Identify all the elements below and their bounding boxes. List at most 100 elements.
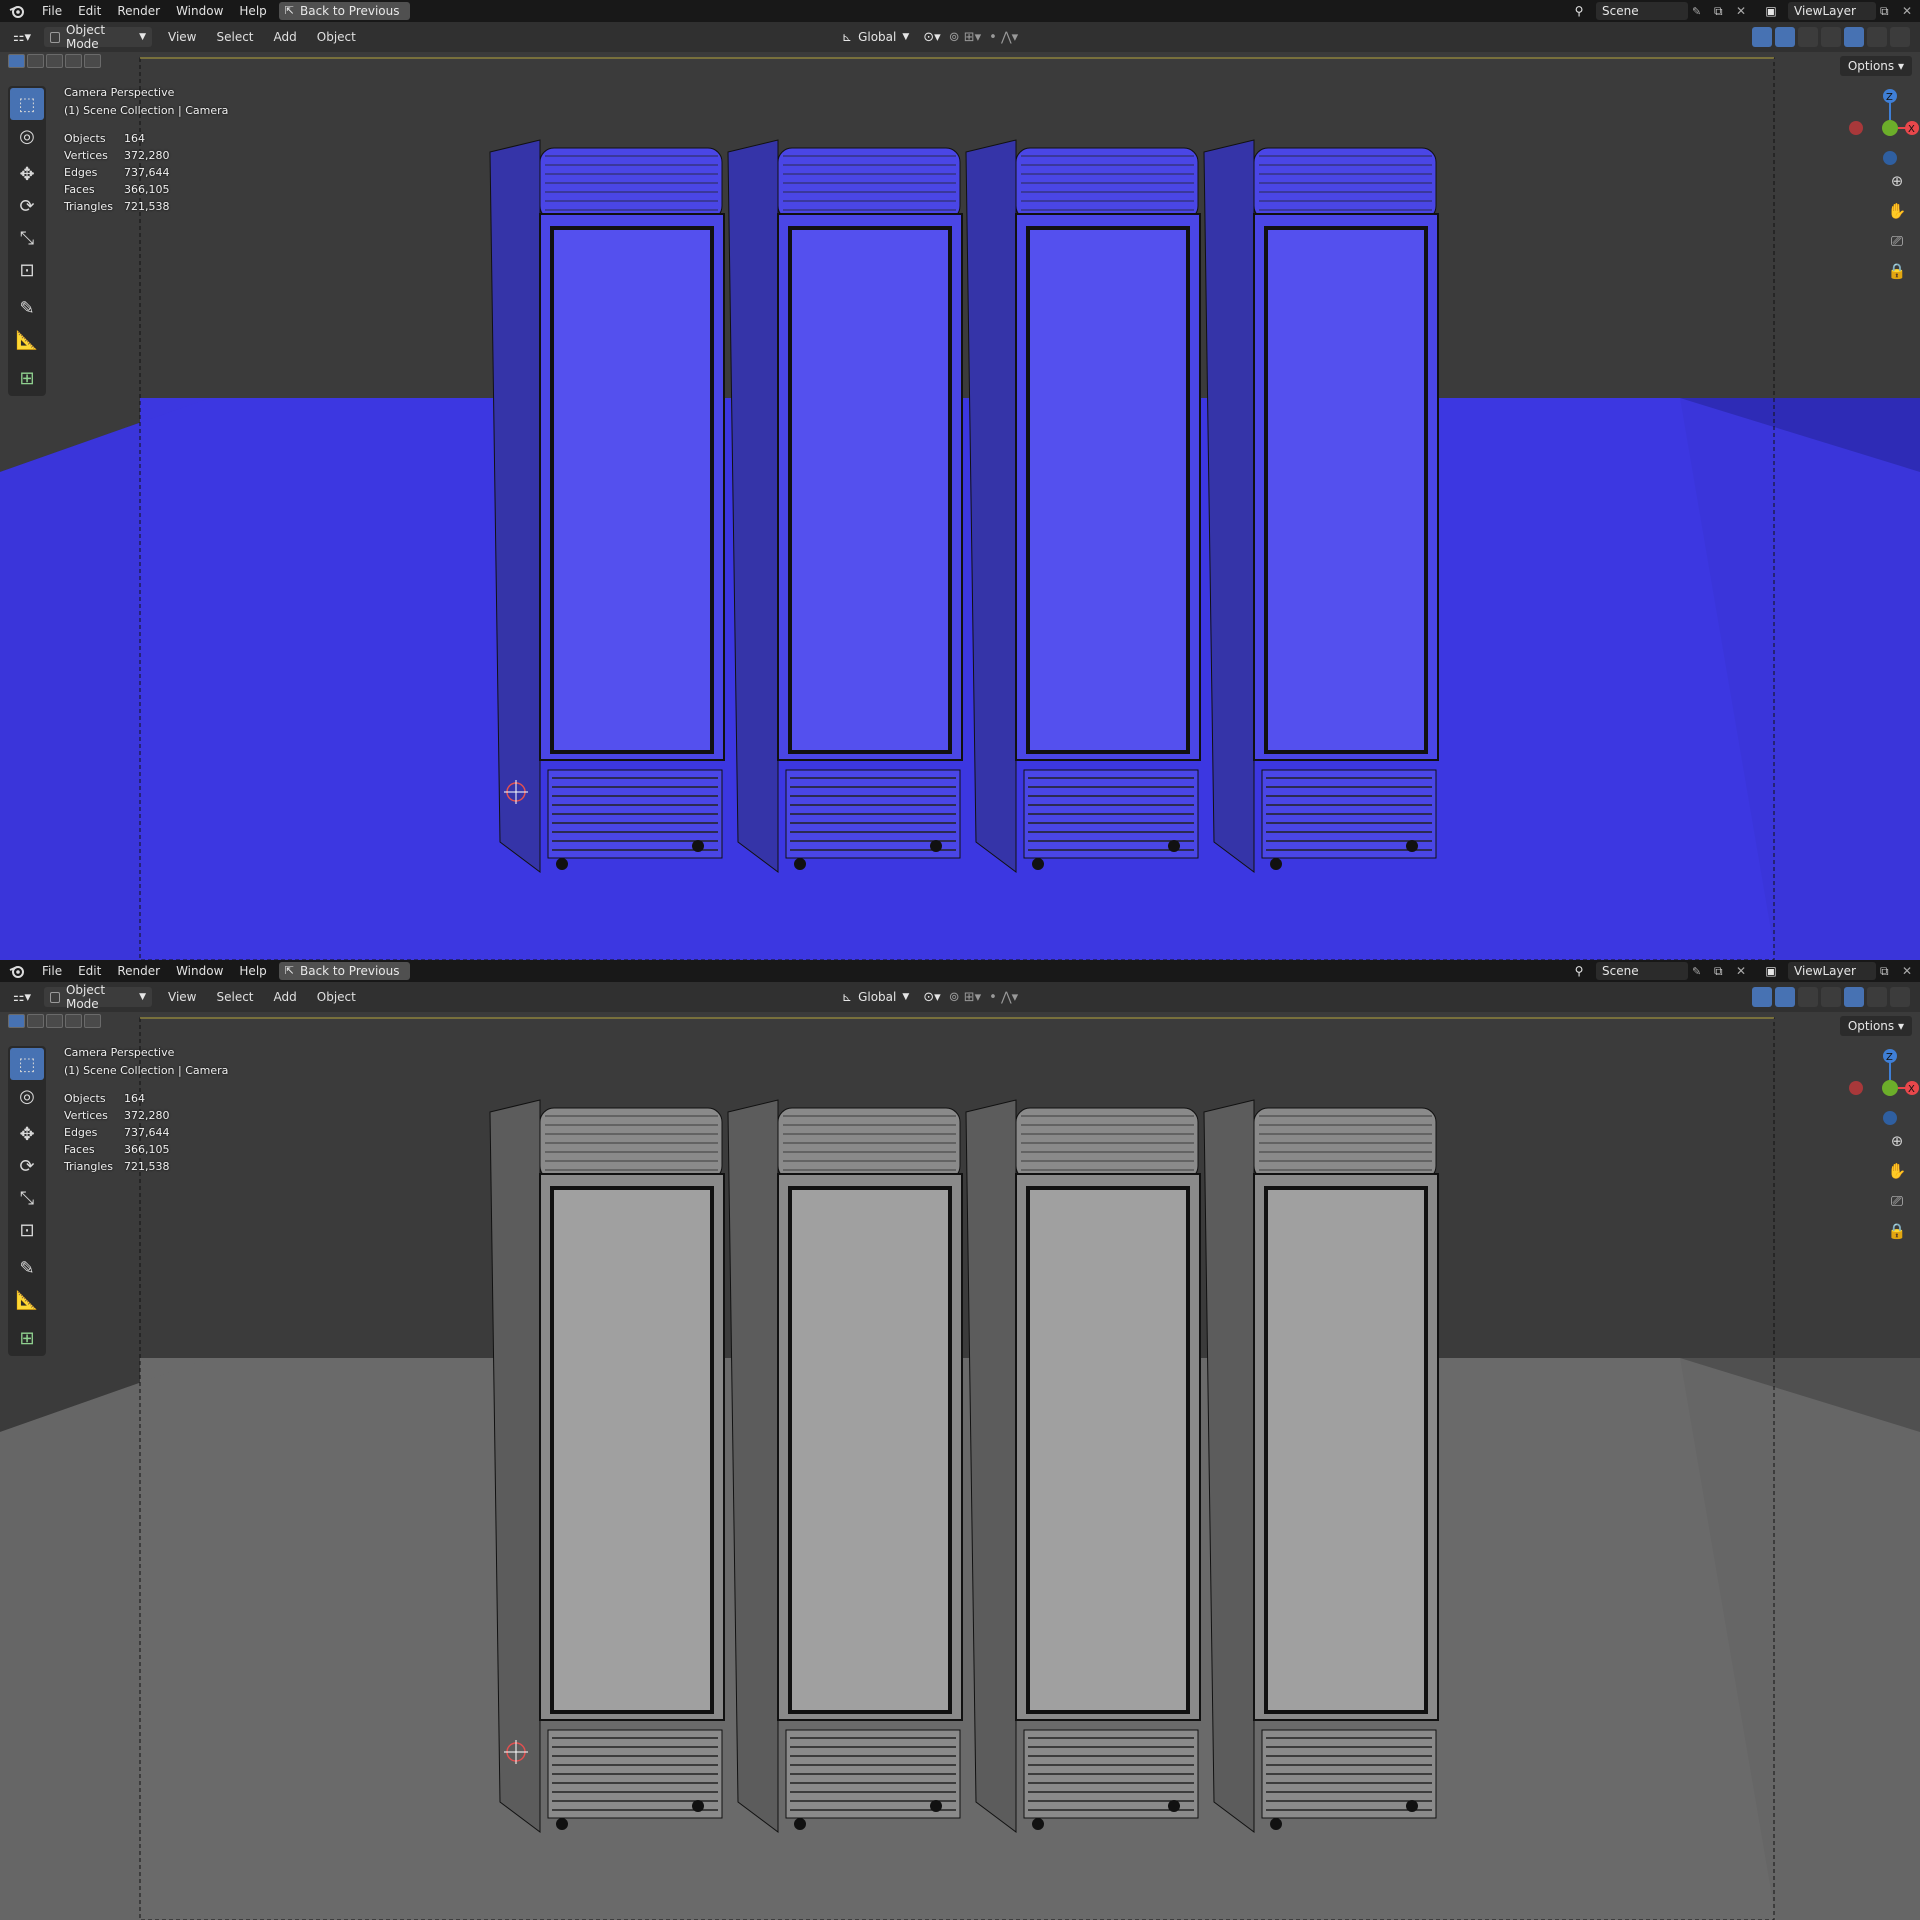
select-box-tool-icon[interactable]: ⬚ — [10, 1048, 44, 1080]
menu-file[interactable]: File — [34, 960, 70, 982]
transform-tool-icon[interactable]: ⊡ — [10, 254, 44, 286]
transform-orientation-dropdown[interactable]: ⊾ Global ▼ — [836, 27, 915, 47]
material-shading-icon[interactable] — [1867, 987, 1887, 1007]
neg-z-axis-icon[interactable] — [1883, 151, 1897, 165]
snap-icon[interactable]: ⊚ ⊞▾ — [949, 990, 981, 1005]
scene-icon[interactable]: ⚲ — [1566, 4, 1592, 18]
add-cube-tool-icon[interactable]: ⊞ — [10, 1322, 44, 1354]
visibility-icon[interactable] — [1729, 987, 1749, 1007]
navigation-gizmo[interactable]: Z X — [1820, 1044, 1920, 1134]
pin-icon[interactable]: ✎ — [1692, 5, 1710, 18]
select-intersect-icon[interactable] — [84, 54, 101, 68]
select-intersect-icon[interactable] — [84, 1014, 101, 1028]
editor-type-icon[interactable]: ⚏▾ — [0, 30, 44, 45]
navigation-gizmo[interactable]: Z X — [1820, 84, 1920, 174]
select-invert-icon[interactable] — [65, 54, 82, 68]
gizmo-toggle-icon[interactable] — [1752, 987, 1772, 1007]
menu-view[interactable]: View — [158, 30, 206, 44]
menu-select[interactable]: Select — [206, 30, 263, 44]
xray-icon[interactable] — [1798, 27, 1818, 47]
zoom-icon[interactable]: ⊕ — [1886, 170, 1908, 192]
scale-tool-icon[interactable]: ⤡ — [10, 1182, 44, 1214]
cursor-tool-icon[interactable]: ◎ — [10, 120, 44, 152]
rotate-tool-icon[interactable]: ⟳ — [10, 190, 44, 222]
annotate-tool-icon[interactable]: ✎ — [10, 292, 44, 324]
view-layer-icon[interactable]: ▣ — [1758, 964, 1784, 978]
menu-add[interactable]: Add — [264, 30, 307, 44]
viewport-pane-bottom[interactable]: File Edit Render Window Help ⇱ Back to P… — [0, 960, 1920, 1920]
3d-viewport[interactable] — [0, 1012, 1920, 1920]
pivot-icon[interactable]: ⊙▾ — [923, 990, 940, 1005]
select-extend-icon[interactable] — [27, 1014, 44, 1028]
editor-type-icon[interactable]: ⚏▾ — [0, 990, 44, 1005]
rendered-shading-icon[interactable] — [1890, 987, 1910, 1007]
solid-shading-icon[interactable] — [1844, 987, 1864, 1007]
move-tool-icon[interactable]: ✥ — [10, 158, 44, 190]
select-new-icon[interactable] — [8, 54, 25, 68]
visibility-icon[interactable] — [1729, 27, 1749, 47]
transform-orientation-dropdown[interactable]: ⊾ Global ▼ — [836, 987, 915, 1007]
neg-x-axis-icon[interactable] — [1849, 1081, 1863, 1095]
3d-viewport[interactable] — [0, 52, 1920, 960]
menu-edit[interactable]: Edit — [70, 0, 109, 22]
menu-file[interactable]: File — [34, 0, 70, 22]
scene-icon[interactable]: ⚲ — [1566, 964, 1592, 978]
proportional-edit-icon[interactable]: • ⋀▾ — [989, 990, 1018, 1005]
close-scene-icon[interactable]: ✕ — [1736, 964, 1754, 978]
material-shading-icon[interactable] — [1867, 27, 1887, 47]
mode-dropdown[interactable]: Object Mode ▼ — [44, 983, 152, 1011]
blender-logo-icon[interactable] — [0, 0, 34, 22]
menu-edit[interactable]: Edit — [70, 960, 109, 982]
view-layer-icon[interactable]: ▣ — [1758, 4, 1784, 18]
new-scene-icon[interactable]: ⧉ — [1714, 4, 1732, 19]
options-dropdown[interactable]: Options ▾ — [1839, 1016, 1912, 1036]
scene-selector[interactable]: Scene — [1596, 2, 1688, 20]
select-extend-icon[interactable] — [27, 54, 44, 68]
menu-object[interactable]: Object — [307, 990, 366, 1004]
move-tool-icon[interactable]: ✥ — [10, 1118, 44, 1150]
options-dropdown[interactable]: Options ▾ — [1839, 56, 1912, 76]
new-view-layer-icon[interactable]: ⧉ — [1880, 964, 1898, 979]
close-view-layer-icon[interactable]: ✕ — [1902, 964, 1920, 978]
snap-icon[interactable]: ⊚ ⊞▾ — [949, 30, 981, 45]
neg-x-axis-icon[interactable] — [1849, 121, 1863, 135]
y-axis-icon[interactable] — [1882, 120, 1898, 136]
wireframe-shading-icon[interactable] — [1821, 987, 1841, 1007]
menu-select[interactable]: Select — [206, 990, 263, 1004]
overlay-toggle-icon[interactable] — [1775, 987, 1795, 1007]
select-subtract-icon[interactable] — [46, 1014, 63, 1028]
measure-tool-icon[interactable]: 📐 — [10, 1284, 44, 1316]
pan-hand-icon[interactable]: ✋ — [1886, 200, 1908, 222]
menu-render[interactable]: Render — [109, 960, 168, 982]
pin-icon[interactable]: ✎ — [1692, 965, 1710, 978]
close-scene-icon[interactable]: ✕ — [1736, 4, 1754, 18]
y-axis-icon[interactable] — [1882, 1080, 1898, 1096]
overlay-toggle-icon[interactable] — [1775, 27, 1795, 47]
select-subtract-icon[interactable] — [46, 54, 63, 68]
scene-selector[interactable]: Scene — [1596, 962, 1688, 980]
select-invert-icon[interactable] — [65, 1014, 82, 1028]
select-new-icon[interactable] — [8, 1014, 25, 1028]
transform-tool-icon[interactable]: ⊡ — [10, 1214, 44, 1246]
view-layer-selector[interactable]: ViewLayer — [1788, 2, 1876, 20]
menu-render[interactable]: Render — [109, 0, 168, 22]
viewport-pane-top[interactable]: File Edit Render Window Help ⇱ Back to P… — [0, 0, 1920, 960]
rendered-shading-icon[interactable] — [1890, 27, 1910, 47]
mode-dropdown[interactable]: Object Mode ▼ — [44, 23, 152, 51]
new-view-layer-icon[interactable]: ⧉ — [1880, 4, 1898, 19]
back-to-previous-button[interactable]: ⇱ Back to Previous — [278, 2, 410, 20]
menu-window[interactable]: Window — [168, 0, 231, 22]
menu-add[interactable]: Add — [264, 990, 307, 1004]
camera-view-icon[interactable]: ⎚ — [1886, 1190, 1908, 1212]
select-box-tool-icon[interactable]: ⬚ — [10, 88, 44, 120]
annotate-tool-icon[interactable]: ✎ — [10, 1252, 44, 1284]
pan-hand-icon[interactable]: ✋ — [1886, 1160, 1908, 1182]
measure-tool-icon[interactable]: 📐 — [10, 324, 44, 356]
menu-object[interactable]: Object — [307, 30, 366, 44]
cursor-tool-icon[interactable]: ◎ — [10, 1080, 44, 1112]
zoom-icon[interactable]: ⊕ — [1886, 1130, 1908, 1152]
new-scene-icon[interactable]: ⧉ — [1714, 964, 1732, 979]
blender-logo-icon[interactable] — [0, 960, 34, 982]
neg-z-axis-icon[interactable] — [1883, 1111, 1897, 1125]
gizmo-toggle-icon[interactable] — [1752, 27, 1772, 47]
